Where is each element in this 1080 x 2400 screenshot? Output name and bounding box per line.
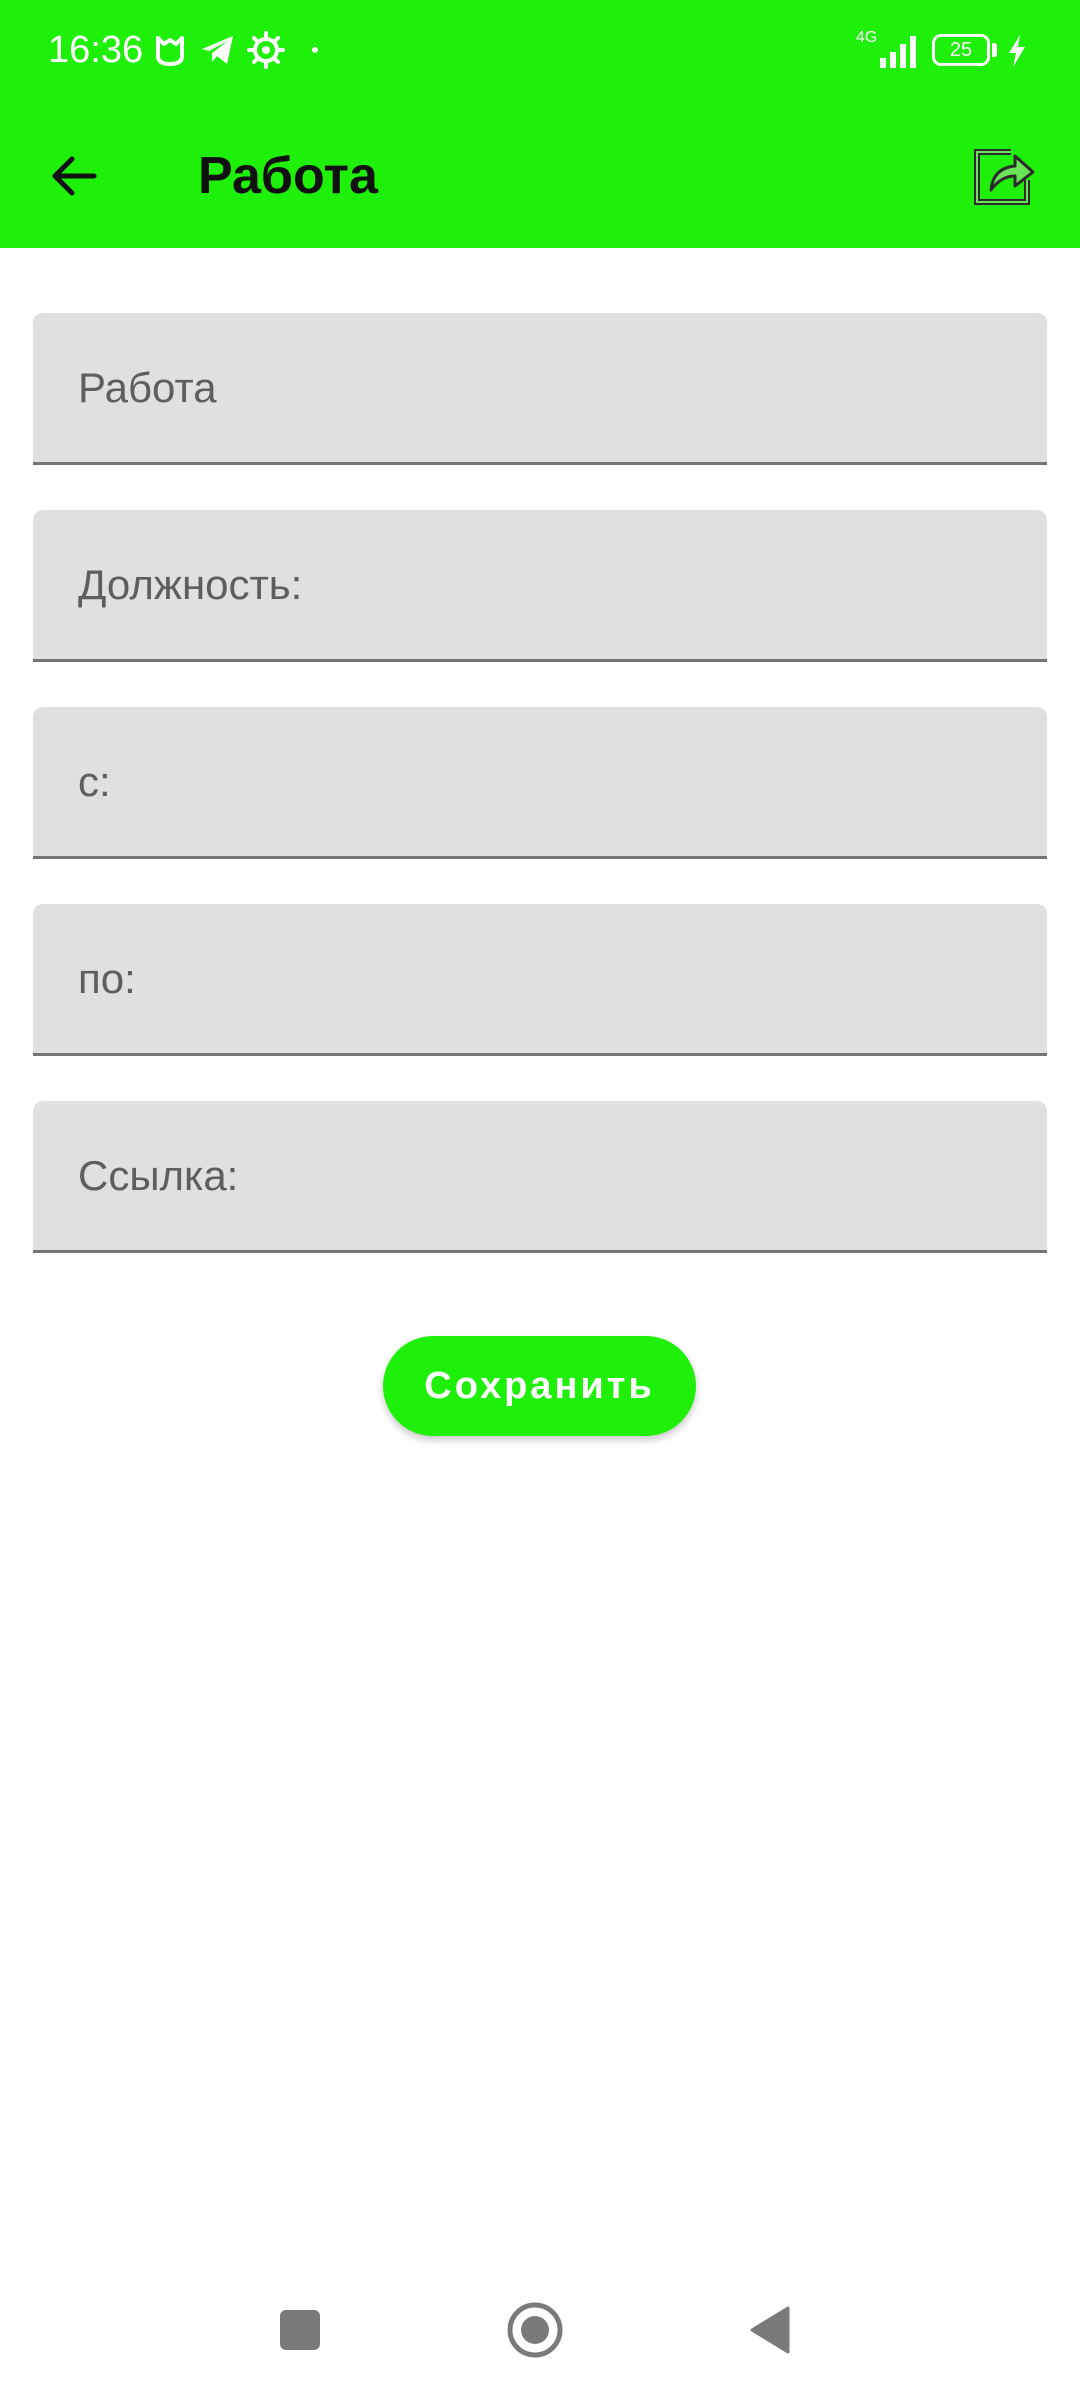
home-button[interactable] [495,2290,575,2370]
share-button[interactable] [956,128,1052,224]
nav-back-button[interactable] [730,2290,810,2370]
date-to-field [33,904,1047,1056]
company-field [33,313,1047,465]
recents-square-icon [280,2310,320,2350]
arrow-back-icon [52,156,97,196]
link-field [33,1101,1047,1253]
date-from-input[interactable] [33,707,1047,856]
status-time: 16:36 [48,29,144,71]
company-input[interactable] [33,313,1047,462]
network-type: 4G [856,29,878,46]
battery-level: 25 [949,39,973,61]
app-bar: Работа [0,100,1080,248]
status-bar: 16:36 4G 25 [0,0,1080,100]
home-circle-icon [507,2302,563,2358]
telegram-icon [202,36,233,64]
battery-tip [992,43,997,57]
link-input[interactable] [33,1101,1047,1250]
back-button[interactable] [28,130,120,222]
position-field [33,510,1047,662]
signal-icon [880,36,916,68]
page-title: Работа [198,147,378,205]
date-from-field [33,707,1047,859]
navigation-bar [0,2250,1080,2400]
charging-icon [1009,35,1025,67]
save-button[interactable]: Сохранить [383,1336,696,1436]
share-icon [974,149,1035,205]
recents-button[interactable] [260,2290,340,2370]
mi-icon [156,36,184,66]
settings-gear-icon [247,31,285,69]
work-form [33,313,1047,1298]
notification-dot [312,47,318,53]
back-triangle-icon [750,2306,790,2354]
date-to-input[interactable] [33,904,1047,1053]
position-input[interactable] [33,510,1047,659]
screen: 16:36 4G 25 Работа Работа Должность: с: … [0,0,1080,2400]
